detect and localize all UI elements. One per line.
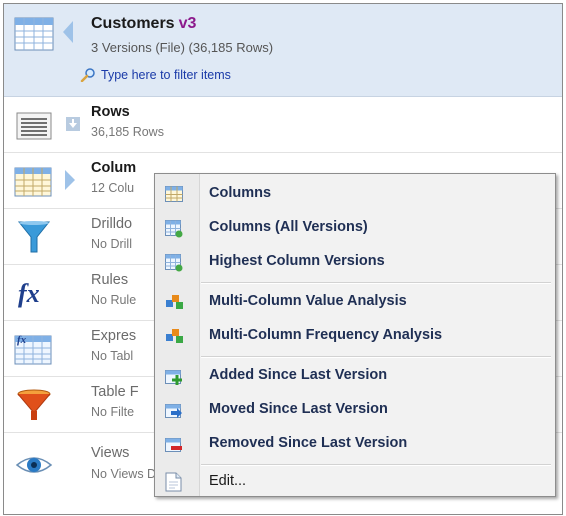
item-title: Colum [91, 160, 137, 176]
menu-item-label: Edit... [209, 473, 247, 489]
item-subtitle: 12 Colu [91, 181, 135, 195]
filter-placeholder: Type here to filter items [101, 68, 231, 82]
eye-icon [14, 447, 54, 483]
dataset-subtitle: 3 Versions (File) (36,185 Rows) [91, 40, 274, 55]
menu-item-label: Columns (All Versions) [209, 219, 368, 235]
analysis-cubes-icon [165, 328, 185, 349]
expand-down-icon[interactable] [66, 117, 80, 136]
funnel-icon [14, 219, 54, 255]
item-subtitle: No Rule [91, 293, 137, 307]
menu-separator [201, 356, 551, 358]
item-subtitle: 36,185 Rows [91, 125, 164, 139]
dataset-header[interactable]: Customers v3 3 Versions (File) (36,185 Ro… [4, 4, 562, 97]
dataset-title: Customers v3 [91, 15, 197, 32]
columns-table-icon [14, 163, 54, 199]
columns-table-icon [165, 186, 183, 207]
menu-item-columns-all-versions[interactable]: Columns (All Versions) [155, 212, 555, 244]
item-subtitle: No Filte [91, 405, 135, 419]
added-column-icon [165, 368, 183, 391]
analysis-cubes-icon [165, 294, 185, 315]
svg-text:fx: fx [17, 334, 27, 346]
tree-panel: Customers v3 3 Versions (File) (36,185 Ro… [3, 3, 563, 515]
removed-column-icon [165, 436, 183, 459]
moved-column-icon [165, 402, 183, 425]
expression-table-icon: fx [14, 331, 54, 367]
menu-separator [201, 282, 551, 284]
highest-versions-icon [165, 254, 183, 277]
collapse-arrow-icon[interactable] [62, 20, 74, 49]
context-menu: Columns Columns (All Versions) Highest C… [154, 173, 556, 497]
expand-arrow-icon[interactable] [64, 169, 76, 196]
item-title: Drilldo [91, 216, 133, 232]
filter-input[interactable]: Type here to filter items [80, 68, 231, 82]
menu-item-multi-column-value-analysis[interactable]: Multi-Column Value Analysis [155, 286, 555, 318]
menu-item-columns[interactable]: Columns [155, 178, 555, 210]
item-title: Expres [91, 328, 137, 344]
menu-item-label: Columns [209, 185, 272, 201]
rows-icon [14, 107, 54, 143]
table-icon [14, 17, 54, 56]
list-item-rows[interactable]: Rows 36,185 Rows [4, 97, 562, 153]
menu-item-label: Added Since Last Version [209, 367, 388, 383]
menu-item-highest-column-versions[interactable]: Highest Column Versions [155, 246, 555, 278]
search-icon [80, 68, 95, 82]
item-title: Rules [91, 272, 129, 288]
function-fx-icon: fx [14, 275, 54, 311]
menu-item-removed-since-last-version[interactable]: Removed Since Last Version [155, 428, 555, 460]
svg-text:fx: fx [18, 279, 40, 308]
version-badge: v3 [178, 15, 197, 32]
item-title: Rows [91, 104, 130, 120]
menu-item-label: Multi-Column Frequency Analysis [209, 327, 443, 343]
filter-funnel-red-icon [14, 387, 54, 423]
menu-item-moved-since-last-version[interactable]: Moved Since Last Version [155, 394, 555, 426]
item-title: Views [91, 445, 130, 461]
menu-item-multi-column-frequency-analysis[interactable]: Multi-Column Frequency Analysis [155, 320, 555, 352]
item-subtitle: No Drill [91, 237, 132, 251]
menu-item-label: Moved Since Last Version [209, 401, 388, 417]
menu-item-label: Removed Since Last Version [209, 435, 408, 451]
menu-item-label: Highest Column Versions [209, 253, 385, 269]
item-subtitle: No Tabl [91, 349, 134, 363]
edit-document-icon [165, 472, 183, 497]
menu-item-added-since-last-version[interactable]: Added Since Last Version [155, 360, 555, 392]
item-title: Table F [91, 384, 139, 400]
menu-item-edit[interactable]: Edit... [155, 466, 555, 498]
columns-versions-icon [165, 220, 183, 243]
menu-item-label: Multi-Column Value Analysis [209, 293, 407, 309]
